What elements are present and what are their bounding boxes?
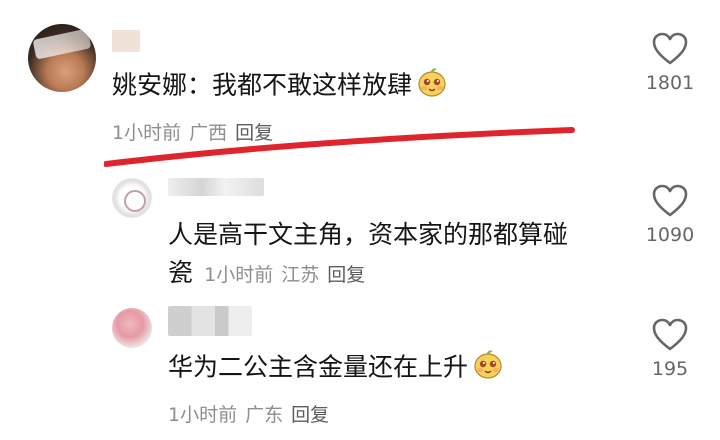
- like-count: 1801: [645, 72, 695, 94]
- cute-mango-face-icon: [416, 66, 448, 107]
- comment-body: 姚安娜：我都不敢这样放肆: [112, 70, 413, 100]
- blurred-username[interactable]: [168, 306, 252, 336]
- cute-mango-face-icon: [472, 348, 504, 389]
- comment-text: 姚安娜：我都不敢这样放肆: [112, 66, 448, 107]
- comment-time: 1小时前: [204, 264, 274, 286]
- comment-body: 华为二公主含金量还在上升: [168, 352, 469, 382]
- comment-location: 江苏: [281, 264, 320, 286]
- heart-icon[interactable]: [652, 318, 688, 352]
- heart-icon[interactable]: [652, 32, 688, 66]
- comment-text-line1: 人是高干文主角，资本家的那都算碰: [168, 220, 569, 249]
- like-count: 195: [651, 358, 689, 380]
- like-control[interactable]: 1801: [640, 32, 700, 94]
- like-control[interactable]: 1090: [640, 184, 700, 246]
- comment-text: 华为二公主含金量还在上升: [168, 348, 504, 389]
- comment-meta: 1小时前 江苏 回复: [204, 264, 373, 286]
- comment-line2-with-meta: 瓷 1小时前 江苏 回复: [168, 256, 373, 290]
- reply-avatar[interactable]: [112, 178, 152, 218]
- comment-location: 广东: [245, 404, 284, 426]
- comment-time: 1小时前: [168, 404, 238, 426]
- blurred-username[interactable]: [168, 178, 264, 196]
- reply-button[interactable]: 回复: [327, 264, 365, 286]
- commenter-avatar[interactable]: [28, 24, 96, 92]
- comment-text-line2: 瓷: [168, 258, 194, 287]
- blurred-username[interactable]: [112, 30, 140, 52]
- reply-button[interactable]: 回复: [291, 404, 329, 426]
- reply-avatar[interactable]: [112, 308, 152, 348]
- red-underline-annotation: [104, 127, 575, 167]
- like-control[interactable]: 195: [640, 318, 700, 380]
- heart-icon[interactable]: [652, 184, 688, 218]
- comment-meta: 1小时前 广东 回复: [168, 400, 337, 427]
- like-count: 1090: [645, 224, 695, 246]
